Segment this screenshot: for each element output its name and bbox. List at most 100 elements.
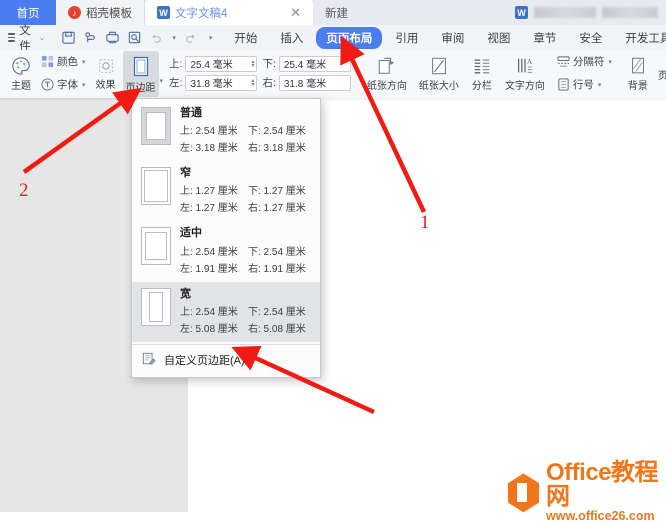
margin-right-field[interactable]: 右: 31.8 毫米 (262, 74, 351, 91)
undo-icon[interactable] (149, 30, 164, 45)
preset-narrow-bottom: 下: 1.27 厘米 (248, 186, 306, 198)
ribbon-tab-developer[interactable]: 开发工具 (615, 27, 666, 49)
breaks-button[interactable]: 分隔符 ▾ (554, 51, 615, 72)
ribbon-shadow (0, 98, 666, 101)
text-direction-button[interactable]: A 文字方向 (499, 50, 551, 96)
preset-narrow-top: 上: 1.27 厘米 (180, 186, 238, 198)
ribbon-tab-page-layout[interactable]: 页面布局 (316, 26, 383, 49)
share-icon[interactable] (83, 30, 98, 45)
customize-toolbar-icon[interactable]: ▾ (209, 34, 213, 42)
redacted-text-2 (602, 7, 658, 18)
margin-left-input[interactable]: 31.8 毫米 ▴ ▾ (185, 74, 258, 91)
margin-fields: 上: 25.4 毫米 ▴ ▾ 下: 25.4 毫米 左: 31.8 毫米 ▴ ▾… (163, 50, 351, 96)
custom-margins-icon (142, 352, 156, 369)
hamburger-icon (8, 33, 16, 42)
preset-narrow-left: 左: 1.27 厘米 (180, 203, 238, 215)
preset-normal-bottom: 下: 2.54 厘米 (248, 126, 306, 138)
theme-button[interactable]: 主题 (4, 50, 38, 96)
ribbon-tab-security[interactable]: 安全 (569, 27, 612, 49)
margin-left-field[interactable]: 左: 31.8 毫米 ▴ ▾ (169, 74, 258, 91)
ribbon-tab-review[interactable]: 审阅 (431, 27, 474, 49)
redacted-text-1 (534, 7, 596, 18)
preset-thumbnail-wide (141, 287, 171, 326)
margins-dropdown-menu: 普通 上: 2.54 厘米 下: 2.54 厘米 左: 3.18 厘米 右: 3… (131, 98, 321, 378)
margin-top-stepper[interactable]: ▴ ▾ (251, 59, 254, 69)
preset-text-normal: 普通 上: 2.54 厘米 下: 2.54 厘米 左: 3.18 厘米 右: 3… (180, 107, 312, 154)
preset-wide-top: 上: 2.54 厘米 (180, 306, 238, 318)
margin-top-value: 25.4 毫米 (190, 60, 233, 71)
watermark-url: www.office26.com (546, 509, 655, 523)
margin-top-input[interactable]: 25.4 毫米 ▴ ▾ (185, 55, 258, 72)
tab-docer-template[interactable]: ♪ 稻壳模板 (56, 0, 145, 25)
paper-size-button[interactable]: 纸张大小 (413, 50, 465, 96)
preset-name-moderate: 适中 (180, 227, 202, 240)
watermark-text: Office教程网 www.office26.com (546, 461, 666, 525)
margin-preset-narrow[interactable]: 窄 上: 1.27 厘米 下: 1.27 厘米 左: 1.27 厘米 右: 1.… (132, 161, 320, 221)
page-borders-button-partial[interactable]: 页 (655, 50, 666, 96)
margin-row-top: 上: 25.4 毫米 ▴ ▾ 下: 25.4 毫米 (169, 55, 351, 72)
watermark-title: Office教程网 (546, 459, 659, 510)
preset-moderate-top: 上: 2.54 厘米 (180, 246, 238, 258)
margin-row-left: 左: 31.8 毫米 ▴ ▾ 右: 31.8 毫米 (169, 74, 351, 91)
window-tab-bar: 首页 ♪ 稻壳模板 W 文字文稿4 ✕ 新建 W (0, 0, 666, 25)
writer-doc-icon: W (157, 6, 170, 19)
margin-left-stepper[interactable]: ▴ ▾ (251, 78, 254, 88)
margin-preset-wide[interactable]: 宽 上: 2.54 厘米 下: 2.54 厘米 左: 5.08 厘米 右: 5.… (132, 281, 320, 342)
preset-normal-left: 左: 3.18 厘米 (180, 143, 238, 155)
tab-new-label: 新建 (325, 7, 348, 20)
tab-document-1[interactable]: W 文字文稿4 ✕ (145, 0, 313, 25)
ribbon-tab-sections[interactable]: 章节 (523, 27, 566, 49)
save-icon[interactable] (61, 30, 76, 45)
colors-button[interactable]: 颜色 ▾ (38, 51, 89, 72)
print-preview-icon[interactable] (127, 30, 142, 45)
custom-margins-item[interactable]: 自定义页边距(A)... (132, 345, 320, 377)
preset-text-narrow: 窄 上: 1.27 厘米 下: 1.27 厘米 左: 1.27 厘米 右: 1.… (180, 167, 312, 214)
margin-right-input[interactable]: 31.8 毫米 (278, 74, 351, 91)
print-icon[interactable] (105, 30, 120, 45)
colors-label: 颜色 (57, 56, 78, 68)
line-numbers-button[interactable]: 行号 ▾ (554, 74, 615, 95)
line-numbers-caret-icon: ▾ (597, 81, 602, 89)
preset-moderate-right: 右: 1.91 厘米 (248, 263, 306, 275)
ribbon-tabs: 开始 插入 页面布局 引用 审阅 视图 章节 安全 开发工具 特色功能 (224, 26, 666, 49)
margin-bottom-input[interactable]: 25.4 毫米 (278, 55, 351, 72)
preset-normal-right: 右: 3.18 厘米 (248, 143, 306, 155)
tab-redacted[interactable]: W (507, 0, 666, 25)
preset-narrow-right: 右: 1.27 厘米 (248, 203, 306, 215)
margin-bottom-field[interactable]: 下: 25.4 毫米 (262, 55, 351, 72)
ribbon-tab-insert[interactable]: 插入 (270, 27, 313, 49)
ribbon-tab-references[interactable]: 引用 (385, 27, 428, 49)
margin-preset-moderate[interactable]: 适中 上: 2.54 厘米 下: 2.54 厘米 左: 1.91 厘米 右: 1… (132, 221, 320, 281)
page-partial-label: 页 (657, 71, 666, 82)
theme-options-stack: 颜色 ▾ 字体 ▾ (38, 50, 89, 96)
fonts-label: 字体 (57, 79, 78, 91)
margin-top-field[interactable]: 上: 25.4 毫米 ▴ ▾ (169, 55, 258, 72)
columns-label: 分栏 (471, 81, 492, 92)
effects-label: 效果 (95, 80, 116, 91)
margin-preset-normal[interactable]: 普通 上: 2.54 厘米 下: 2.54 厘米 左: 3.18 厘米 右: 3… (132, 101, 320, 161)
writer-doc-icon-2: W (515, 6, 528, 19)
file-menu-label: 文件 (19, 24, 31, 53)
columns-button[interactable]: 分栏 (465, 50, 499, 96)
quick-access-toolbar: ▾ ▾ (61, 30, 212, 45)
paper-orientation-button[interactable]: 纸张方向 (361, 50, 413, 96)
file-menu-button[interactable]: 文件 ⌄ (0, 22, 51, 54)
document-canvas (0, 98, 666, 512)
ribbon-tab-start[interactable]: 开始 (224, 27, 267, 49)
preset-text-wide: 宽 上: 2.54 厘米 下: 2.54 厘米 左: 5.08 厘米 右: 5.… (180, 288, 312, 335)
effects-button[interactable]: 效果 (89, 50, 123, 96)
tab-new[interactable]: 新建 (313, 0, 360, 25)
redo-icon[interactable] (183, 30, 198, 45)
fonts-button[interactable]: 字体 ▾ (38, 74, 89, 95)
margins-button[interactable]: 页边距 (122, 51, 159, 97)
undo-caret-icon[interactable]: ▾ (172, 34, 176, 42)
background-button[interactable]: 背景 (621, 50, 655, 96)
colors-caret-icon: ▾ (82, 58, 86, 66)
svg-text:A: A (527, 58, 533, 66)
ribbon-tab-view[interactable]: 视图 (477, 27, 520, 49)
close-icon[interactable]: ✕ (280, 6, 301, 19)
preset-name-wide: 宽 (180, 287, 191, 300)
preset-moderate-left: 左: 1.91 厘米 (180, 263, 238, 275)
margin-bottom-label: 下: (262, 58, 276, 70)
theme-label: 主题 (11, 81, 31, 92)
